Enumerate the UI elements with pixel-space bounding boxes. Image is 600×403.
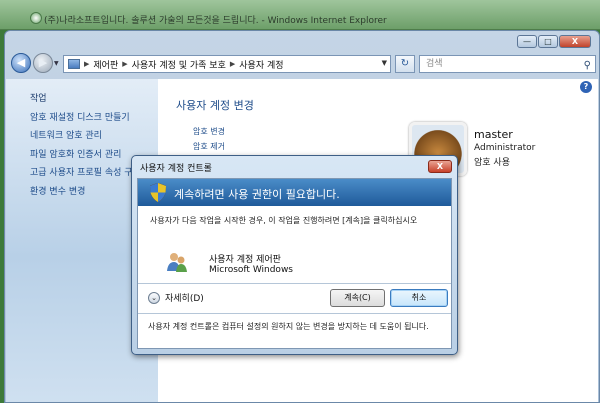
control-panel-icon	[68, 59, 80, 69]
cancel-button[interactable]: 취소	[390, 289, 448, 307]
search-input[interactable]: 검색 ⚲	[419, 55, 596, 73]
details-toggle[interactable]: ⌄ 자세히(D)	[148, 291, 204, 304]
background-window-titlebar[interactable]: (주)나라소프트입니다. 솔루션 가술의 모든것을 드립니다. - Window…	[0, 0, 600, 30]
chevron-down-icon[interactable]: ⌄	[148, 291, 160, 304]
breadcrumb-user-accounts[interactable]: 사용자 계정	[239, 58, 283, 71]
dialog-message: 사용자가 다음 작업을 시작한 경우, 이 작업을 진행하려면 [계속]을 클릭…	[150, 216, 418, 225]
continue-button[interactable]: 계속(C)	[330, 289, 385, 307]
close-button[interactable]: X	[559, 35, 591, 48]
minimize-button[interactable]: —	[517, 35, 537, 48]
navigation-bar: ◀ ▶ ▼ ▶ 제어판 ▶ 사용자 계정 및 가족 보호 ▶ 사용자 계정 ▼ …	[5, 52, 599, 76]
page-title: 사용자 계정 변경	[176, 99, 254, 112]
chevron-right-icon[interactable]: ▶	[230, 60, 235, 68]
user-password-status: 암호 사용	[474, 158, 510, 168]
forward-button[interactable]: ▶	[33, 53, 53, 73]
sidebar-item-reset-disk[interactable]: 암호 재설정 디스크 만들기	[30, 110, 130, 123]
change-password-link[interactable]: 암호 변경	[193, 126, 225, 137]
sidebar-item-env-variables[interactable]: 환경 변수 변경	[30, 184, 85, 197]
sidebar-item-advanced-profile[interactable]: 고급 사용자 프로필 속성 구성	[30, 165, 141, 178]
dialog-close-button[interactable]: X	[428, 160, 452, 173]
uac-dialog: 사용자 계정 컨트롤 X 계속하려면 사용 권한이 필요합니다. 사용자가 다음…	[131, 155, 458, 355]
help-icon[interactable]: ?	[580, 81, 592, 93]
search-icon[interactable]: ⚲	[584, 58, 591, 74]
background-window-title: (주)나라소프트입니다. 솔루션 가술의 모든것을 드립니다. - Window…	[44, 16, 387, 26]
back-button[interactable]: ◀	[11, 53, 31, 73]
details-label[interactable]: 자세히(D)	[165, 291, 204, 304]
address-dropdown-icon[interactable]: ▼	[382, 59, 387, 67]
divider	[138, 313, 451, 314]
address-bar[interactable]: ▶ 제어판 ▶ 사용자 계정 및 가족 보호 ▶ 사용자 계정 ▼	[63, 55, 391, 73]
program-publisher: Microsoft Windows	[209, 265, 293, 275]
recent-pages-dropdown[interactable]: ▼	[54, 60, 62, 68]
caption-buttons: — □ X	[517, 35, 591, 48]
user-role: Administrator	[474, 143, 536, 153]
sidebar-item-encryption-certs[interactable]: 파일 암호화 인증서 관리	[30, 147, 121, 160]
divider	[138, 283, 451, 284]
chevron-right-icon[interactable]: ▶	[122, 60, 127, 68]
user-accounts-icon	[167, 253, 187, 272]
remove-password-link[interactable]: 암호 제거	[193, 141, 225, 152]
banner-text: 계속하려면 사용 권한이 필요합니다.	[174, 188, 340, 201]
program-name: 사용자 계정 제어판	[209, 255, 281, 265]
refresh-button[interactable]: ↻	[395, 55, 415, 73]
dialog-footer-message: 사용자 계정 컨트롤은 컴퓨터 설정의 원하지 않는 변경을 방지하는 데 도움…	[148, 322, 429, 331]
breadcrumb-control-panel[interactable]: 제어판	[93, 58, 118, 71]
search-placeholder: 검색	[426, 59, 443, 69]
sidebar-title: 작업	[30, 94, 47, 104]
dialog-body: 계속하려면 사용 권한이 필요합니다. 사용자가 다음 작업을 시작한 경우, …	[137, 178, 452, 349]
maximize-button[interactable]: □	[538, 35, 558, 48]
sidebar-item-network-passwords[interactable]: 네트워크 암호 관리	[30, 128, 102, 141]
shield-icon	[150, 183, 166, 202]
dialog-banner: 계속하려면 사용 권한이 필요합니다.	[138, 179, 451, 206]
breadcrumb-user-accounts-family[interactable]: 사용자 계정 및 가족 보호	[132, 58, 226, 71]
ie-icon	[30, 12, 42, 24]
user-name: master	[474, 128, 513, 141]
chevron-right-icon[interactable]: ▶	[84, 60, 89, 68]
dialog-title: 사용자 계정 컨트롤	[140, 164, 212, 174]
